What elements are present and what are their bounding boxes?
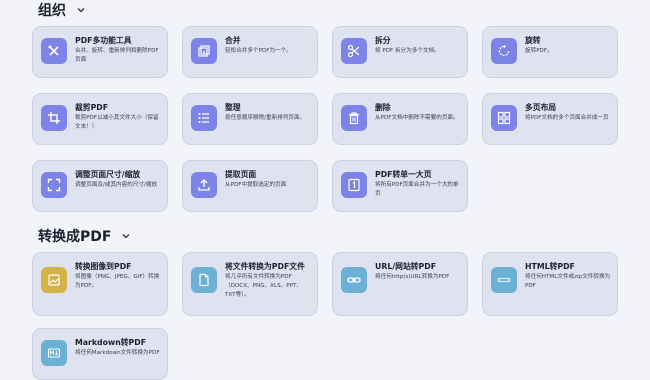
card-description: 从PDF中提取选定的页面 — [225, 182, 287, 188]
card-description: 轻松合并多个PDF为一个。 — [225, 48, 292, 54]
card-description: 从PDF文档中删除不需要的页面。 — [375, 115, 459, 121]
card-description: 裁剪PDF以减小其文件大小（保留文本！） — [75, 115, 159, 130]
tool-card-organize[interactable]: 整理 按任意顺序删除/重新排列页面。 — [182, 93, 318, 145]
trash-icon — [341, 105, 367, 131]
tool-card-delete[interactable]: 删除 从PDF文档中删除不需要的页面。 — [332, 93, 468, 145]
chevron-down-icon — [76, 5, 86, 15]
card-description: 合并、旋转、重新排列和删除PDF页面 — [75, 48, 159, 63]
section-header-organize[interactable]: 组织 — [38, 0, 86, 20]
card-title: HTML转PDF — [525, 262, 575, 271]
card-title: 将文件转换为PDF文件 — [225, 262, 305, 271]
card-description: 将几乎所有文件转换为PDF（DOCX、PNG、XLS、PPT、TXT等）。 — [225, 274, 302, 298]
card-title: 提取页面 — [225, 170, 257, 179]
tool-card-file-to-pdf[interactable]: 将文件转换为PDF文件 将几乎所有文件转换为PDF（DOCX、PNG、XLS、P… — [182, 252, 318, 316]
tool-card-crop[interactable]: 裁剪PDF 裁剪PDF以减小其文件大小（保留文本！） — [32, 93, 168, 145]
section-title-convert-to-pdf: 转换成PDF — [38, 229, 112, 245]
scissors-icon — [341, 38, 367, 64]
single-page-icon — [341, 172, 367, 198]
crop-icon — [41, 105, 67, 131]
card-title: URL/网站转PDF — [375, 262, 437, 271]
tool-card-split[interactable]: 拆分 将 PDF 拆分为多个文档。 — [332, 26, 468, 78]
tool-card-url-to-pdf[interactable]: URL/网站转PDF 将任何http(s)URL转换为PDF — [332, 252, 468, 316]
card-description: 按任意顺序删除/重新排列页面。 — [225, 115, 306, 121]
tool-card-pdf-multitool[interactable]: PDF多功能工具 合并、旋转、重新排列和删除PDF页面 — [32, 26, 168, 78]
card-description: 旋转PDF。 — [525, 48, 553, 54]
card-description: 将PDF文档的多个页面合并成一页 — [525, 115, 609, 121]
tool-card-rotate[interactable]: 旋转 旋转PDF。 — [482, 26, 618, 78]
grid-icon — [491, 105, 517, 131]
image-icon — [41, 267, 67, 293]
tool-card-merge[interactable]: 合并 轻松合并多个PDF为一个。 — [182, 26, 318, 78]
card-title: 转换图像到PDF — [75, 262, 132, 271]
list-icon — [191, 105, 217, 131]
tool-card-multi-page-layout[interactable]: 多页布局 将PDF文档的多个页面合并成一页 — [482, 93, 618, 145]
link-icon — [341, 267, 367, 293]
tool-card-html-to-pdf[interactable]: HTML转PDF 将任何HTML文件或zip文件转换为PDF — [482, 252, 618, 316]
tool-card-image-to-pdf[interactable]: 转换图像到PDF 将图像（PNG、JPEG、GIF）转换为PDF。 — [32, 252, 168, 316]
card-description: 将图像（PNG、JPEG、GIF）转换为PDF。 — [75, 274, 160, 289]
card-title: 调整页面尺寸/缩放 — [75, 170, 141, 179]
card-title: 旋转 — [525, 36, 541, 45]
section-title-organize: 组织 — [38, 3, 66, 19]
card-title: 整理 — [225, 103, 241, 112]
upload-icon — [191, 172, 217, 198]
card-title: 裁剪PDF — [75, 103, 109, 112]
card-description: 将所有PDF页面合并为一个大的单页 — [375, 182, 459, 197]
tool-card-extract-pages[interactable]: 提取页面 从PDF中提取选定的页面 — [182, 160, 318, 212]
card-description: 将 PDF 拆分为多个文档。 — [375, 48, 440, 54]
scale-icon — [41, 172, 67, 198]
section-header-convert-to-pdf[interactable]: 转换成PDF — [38, 226, 131, 246]
card-description: 将任何Markdown文件转换为PDF — [75, 350, 160, 356]
markdown-icon — [41, 340, 67, 366]
tool-card-pdf-to-single-page[interactable]: PDF转单一大页 将所有PDF页面合并为一个大的单页 — [332, 160, 468, 212]
card-title: 删除 — [375, 103, 391, 112]
card-description: 将任何http(s)URL转换为PDF — [375, 274, 450, 280]
tool-card-markdown-to-pdf[interactable]: Markdown转PDF 将任何Markdown文件转换为PDF — [32, 328, 168, 380]
rotate-icon — [491, 38, 517, 64]
merge-icon — [191, 38, 217, 64]
card-title: Markdown转PDF — [75, 338, 147, 347]
card-title: 多页布局 — [525, 103, 557, 112]
card-title: 合并 — [225, 36, 241, 45]
card-title: 拆分 — [375, 36, 391, 45]
tools-icon — [41, 38, 67, 64]
file-icon — [191, 267, 217, 293]
card-title: PDF转单一大页 — [375, 170, 432, 179]
card-description: 调整页面及/或其内容的尺寸/缩放 — [75, 182, 158, 188]
card-title: PDF多功能工具 — [75, 36, 132, 45]
html-icon — [491, 267, 517, 293]
card-description: 将任何HTML文件或zip文件转换为PDF — [525, 274, 611, 289]
tool-card-scale-pages[interactable]: 调整页面尺寸/缩放 调整页面及/或其内容的尺寸/缩放 — [32, 160, 168, 212]
chevron-down-icon — [121, 231, 131, 241]
